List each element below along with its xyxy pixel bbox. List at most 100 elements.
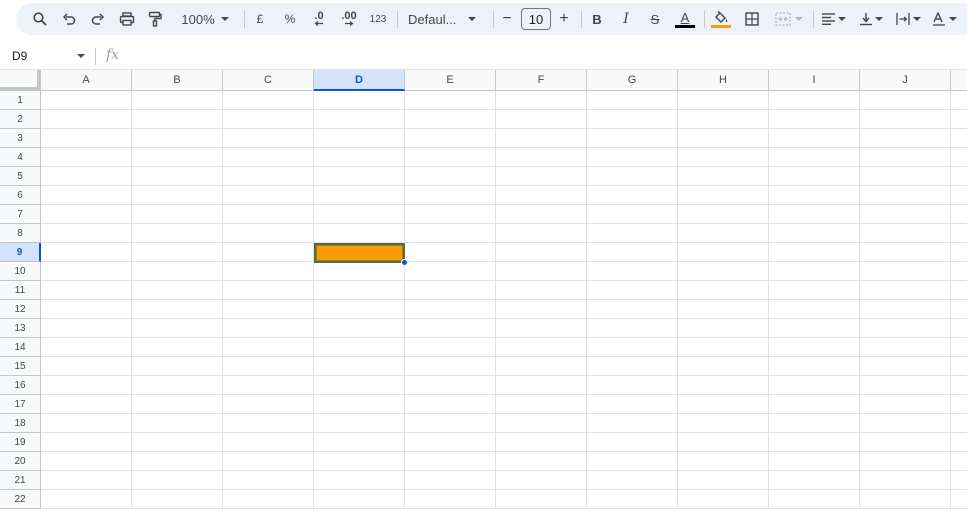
cell[interactable] — [41, 490, 132, 509]
format-currency-button[interactable]: £ — [252, 6, 268, 32]
cell[interactable] — [860, 243, 951, 262]
increase-font-size-button[interactable]: + — [555, 6, 573, 32]
column-header[interactable]: B — [132, 70, 223, 91]
column-header[interactable]: F — [496, 70, 587, 91]
cell[interactable] — [223, 471, 314, 490]
cell[interactable] — [314, 224, 405, 243]
cell[interactable] — [496, 148, 587, 167]
row-header[interactable]: 9 — [0, 243, 41, 262]
cell[interactable] — [678, 414, 769, 433]
cell[interactable] — [951, 433, 967, 452]
cell[interactable] — [769, 471, 860, 490]
cell[interactable] — [587, 319, 678, 338]
cell[interactable] — [496, 357, 587, 376]
font-family-select[interactable]: Defaul... — [408, 6, 482, 32]
cell[interactable] — [951, 319, 967, 338]
name-box[interactable]: D9 — [12, 49, 27, 63]
cell[interactable] — [41, 224, 132, 243]
increase-decimal-button[interactable]: .00 — [336, 6, 362, 32]
more-formats-button[interactable]: 123 — [366, 6, 390, 32]
row-header[interactable]: 2 — [0, 110, 41, 129]
cell[interactable] — [132, 319, 223, 338]
cell[interactable] — [587, 300, 678, 319]
cell[interactable] — [587, 490, 678, 509]
cell[interactable] — [860, 300, 951, 319]
row-header[interactable]: 1 — [0, 91, 41, 110]
cell[interactable] — [951, 300, 967, 319]
cell[interactable] — [41, 433, 132, 452]
cell[interactable] — [223, 338, 314, 357]
cell[interactable] — [496, 243, 587, 262]
cell[interactable] — [860, 262, 951, 281]
cell[interactable] — [405, 262, 496, 281]
cell[interactable] — [769, 186, 860, 205]
cell[interactable] — [496, 319, 587, 338]
row-header[interactable]: 3 — [0, 129, 41, 148]
cell[interactable] — [405, 91, 496, 110]
cell[interactable] — [678, 471, 769, 490]
cell[interactable] — [223, 186, 314, 205]
cell[interactable] — [951, 91, 967, 110]
cell[interactable] — [769, 281, 860, 300]
cell[interactable] — [223, 319, 314, 338]
cell[interactable] — [223, 148, 314, 167]
cell[interactable] — [678, 129, 769, 148]
cell[interactable] — [678, 300, 769, 319]
row-header[interactable]: 21 — [0, 471, 41, 490]
cell[interactable] — [223, 262, 314, 281]
cell[interactable] — [769, 148, 860, 167]
cell[interactable] — [132, 262, 223, 281]
horizontal-align-button[interactable] — [819, 6, 849, 32]
cell[interactable] — [41, 110, 132, 129]
cell[interactable] — [132, 300, 223, 319]
cell[interactable] — [678, 433, 769, 452]
cell[interactable] — [678, 395, 769, 414]
cell[interactable] — [769, 319, 860, 338]
cell[interactable] — [496, 395, 587, 414]
cell[interactable] — [860, 433, 951, 452]
cell[interactable] — [41, 205, 132, 224]
cell[interactable] — [314, 395, 405, 414]
cell[interactable] — [951, 167, 967, 186]
cell[interactable] — [951, 471, 967, 490]
cell[interactable] — [860, 186, 951, 205]
cell[interactable] — [587, 129, 678, 148]
cell[interactable] — [223, 243, 314, 262]
cell[interactable] — [132, 471, 223, 490]
cell[interactable] — [951, 110, 967, 129]
cell[interactable] — [860, 395, 951, 414]
column-header[interactable]: E — [405, 70, 496, 91]
cell[interactable] — [132, 186, 223, 205]
cell[interactable] — [860, 148, 951, 167]
fill-color-button[interactable] — [710, 6, 732, 32]
cell[interactable] — [41, 129, 132, 148]
fill-handle[interactable] — [401, 259, 408, 266]
cell[interactable] — [678, 452, 769, 471]
cell[interactable] — [496, 224, 587, 243]
cell[interactable] — [587, 452, 678, 471]
cell[interactable] — [587, 395, 678, 414]
cell[interactable] — [860, 414, 951, 433]
cell[interactable] — [41, 91, 132, 110]
cell[interactable] — [678, 224, 769, 243]
cell[interactable] — [314, 357, 405, 376]
text-wrapping-button[interactable] — [892, 6, 924, 32]
row-header[interactable]: 14 — [0, 338, 41, 357]
cell[interactable] — [496, 186, 587, 205]
cell[interactable] — [678, 243, 769, 262]
cell[interactable] — [314, 452, 405, 471]
cell[interactable] — [951, 395, 967, 414]
row-header[interactable]: 16 — [0, 376, 41, 395]
cell[interactable] — [587, 262, 678, 281]
row-header[interactable]: 5 — [0, 167, 41, 186]
cell[interactable] — [951, 376, 967, 395]
cell[interactable] — [951, 490, 967, 509]
cell[interactable] — [587, 186, 678, 205]
cell[interactable] — [496, 490, 587, 509]
cell[interactable] — [951, 262, 967, 281]
cell[interactable] — [405, 300, 496, 319]
cell[interactable] — [132, 129, 223, 148]
cell[interactable] — [678, 319, 769, 338]
cell[interactable] — [769, 376, 860, 395]
row-header[interactable]: 8 — [0, 224, 41, 243]
